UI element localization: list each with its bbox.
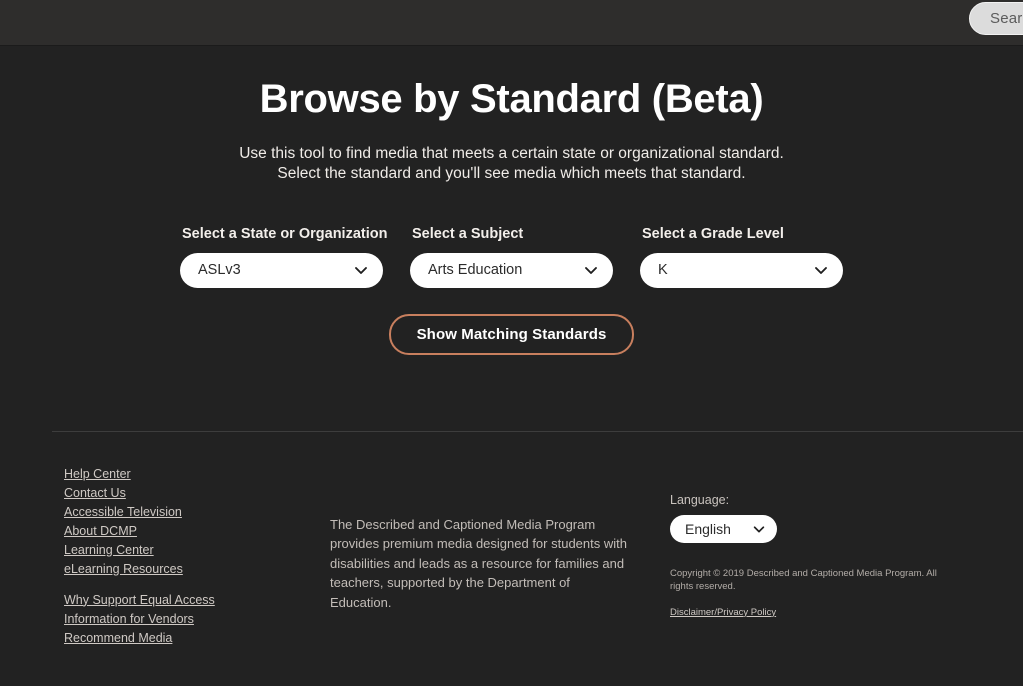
page-subtitle-line-1: Use this tool to find media that meets a… bbox=[0, 144, 1023, 164]
select-grade-level-value: K bbox=[658, 262, 813, 278]
footer-link-accessible-television[interactable]: Accessible Television bbox=[64, 503, 330, 522]
footer-link-about-dcmp[interactable]: About DCMP bbox=[64, 522, 330, 541]
footer-link-contact-us[interactable]: Contact Us bbox=[64, 484, 330, 503]
selector-state-organization: Select a State or Organization ASLv3 bbox=[180, 226, 383, 288]
footer-link-why-support-equal-access[interactable]: Why Support Equal Access bbox=[64, 591, 330, 610]
footer-links-spacer bbox=[64, 579, 330, 591]
footer-link-help-center[interactable]: Help Center bbox=[64, 465, 330, 484]
search-input[interactable]: Search bbox=[969, 2, 1023, 35]
show-matching-standards-button[interactable]: Show Matching Standards bbox=[389, 314, 635, 355]
select-state-organization-value: ASLv3 bbox=[198, 262, 353, 278]
page-subtitle-line-2: Select the standard and you'll see media… bbox=[0, 164, 1023, 184]
selector-subject: Select a Subject Arts Education bbox=[410, 226, 613, 288]
footer-link-recommend-media[interactable]: Recommend Media bbox=[64, 629, 330, 648]
footer-about-text: The Described and Captioned Media Progra… bbox=[330, 515, 630, 613]
main-content: Browse by Standard (Beta) Use this tool … bbox=[0, 46, 1023, 355]
footer-language-column: Language: English Copyright © 2019 Descr… bbox=[660, 465, 1023, 648]
select-language[interactable]: English bbox=[670, 515, 777, 543]
site-footer: Help Center Contact Us Accessible Televi… bbox=[0, 432, 1023, 648]
footer-about-column: The Described and Captioned Media Progra… bbox=[330, 465, 660, 648]
site-header: Search bbox=[0, 0, 1023, 46]
page-title: Browse by Standard (Beta) bbox=[0, 76, 1023, 122]
selector-row: Select a State or Organization ASLv3 Sel… bbox=[0, 226, 1023, 288]
chevron-down-icon bbox=[353, 262, 369, 278]
language-label: Language: bbox=[670, 493, 1023, 507]
footer-link-information-for-vendors[interactable]: Information for Vendors bbox=[64, 610, 330, 629]
footer-links-column: Help Center Contact Us Accessible Televi… bbox=[0, 465, 330, 648]
chevron-down-icon bbox=[583, 262, 599, 278]
select-grade-level[interactable]: K bbox=[640, 253, 843, 288]
selector-state-organization-label: Select a State or Organization bbox=[180, 226, 383, 242]
footer-link-elearning-resources[interactable]: eLearning Resources bbox=[64, 560, 330, 579]
select-subject[interactable]: Arts Education bbox=[410, 253, 613, 288]
copyright-text: Copyright © 2019 Described and Captioned… bbox=[670, 567, 960, 593]
selector-grade-level-label: Select a Grade Level bbox=[640, 226, 843, 242]
footer-link-learning-center[interactable]: Learning Center bbox=[64, 541, 330, 560]
footer-link-disclaimer-privacy-policy[interactable]: Disclaimer/Privacy Policy bbox=[670, 607, 776, 618]
page-subtitle: Use this tool to find media that meets a… bbox=[0, 144, 1023, 184]
select-subject-value: Arts Education bbox=[428, 262, 583, 278]
select-state-organization[interactable]: ASLv3 bbox=[180, 253, 383, 288]
search-placeholder-text: Search bbox=[990, 10, 1023, 27]
selector-grade-level: Select a Grade Level K bbox=[640, 226, 843, 288]
cta-wrapper: Show Matching Standards bbox=[0, 314, 1023, 355]
chevron-down-icon bbox=[752, 522, 766, 536]
chevron-down-icon bbox=[813, 262, 829, 278]
selector-subject-label: Select a Subject bbox=[410, 226, 613, 242]
select-language-value: English bbox=[685, 521, 752, 537]
